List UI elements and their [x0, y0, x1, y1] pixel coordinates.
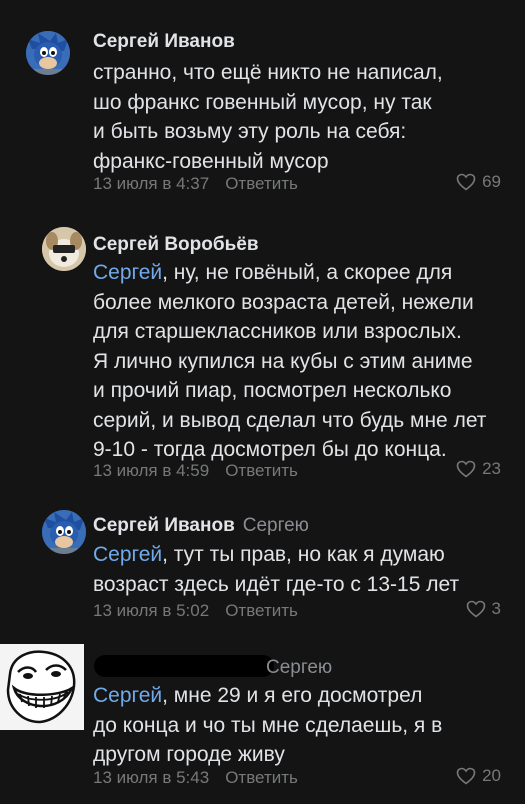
sonic-avatar-icon — [26, 31, 70, 75]
reply-button[interactable]: Ответить — [225, 768, 298, 787]
comment-date[interactable]: 13 июля в 4:59 — [93, 461, 209, 480]
reply-button[interactable]: Ответить — [225, 461, 298, 480]
trollface-icon — [0, 644, 84, 730]
heart-icon — [456, 173, 476, 191]
comment-date[interactable]: 13 июля в 4:37 — [93, 174, 209, 193]
comment-line: Сергей, тут ты прав, но как я думаю — [93, 540, 513, 570]
author-name-text[interactable]: Сергей Иванов — [93, 515, 235, 536]
comment-date[interactable]: 13 июля в 5:43 — [93, 768, 209, 787]
like-button[interactable]: 3 — [466, 599, 501, 619]
author-name-text[interactable]: Сергей Воробьёв — [93, 234, 259, 255]
mention-link[interactable]: Сергей — [93, 261, 162, 284]
comment-line: серий, и вывод сделал что будь мне лет — [93, 408, 487, 432]
mention-link[interactable]: Сергей — [93, 684, 162, 707]
comment-text: Сергей, тут ты прав, но как я думаю возр… — [93, 540, 513, 599]
author-name[interactable]: Сергей Иванов — [93, 31, 235, 53]
comment-line: до конца и чо ты мне сделаешь, я в — [93, 713, 443, 737]
comment-line: Сергей, ну, не говёный, а скорее для — [93, 258, 513, 288]
comment-line-text: , ну, не говёный, а скорее для — [162, 261, 453, 284]
comment-line: и быть возьму эту роль на себя: — [93, 120, 407, 143]
heart-icon — [456, 767, 476, 785]
comment-meta: 13 июля в 5:02 Ответить — [93, 601, 298, 621]
redacted-author-name — [94, 655, 274, 677]
author-name[interactable]: Сергей Иванов Сергею — [93, 515, 309, 537]
reply-button[interactable]: Ответить — [225, 174, 298, 193]
comment-meta: 13 июля в 5:43 Ответить — [93, 768, 298, 788]
avatar[interactable] — [42, 227, 86, 271]
reply-to-link[interactable]: Сергею — [243, 515, 309, 536]
avatar[interactable] — [26, 31, 70, 75]
comment-line: Сергей, мне 29 и я его досмотрел — [93, 681, 513, 711]
mention-link[interactable]: Сергей — [93, 543, 162, 566]
comment-line: странно, что ещё никто не написал, — [93, 61, 443, 84]
like-count: 3 — [491, 599, 501, 618]
dog-avatar-icon — [42, 227, 86, 271]
like-count: 69 — [482, 172, 501, 191]
author-name[interactable]: Сергею — [266, 657, 332, 679]
author-name[interactable]: Сергей Воробьёв — [93, 234, 259, 256]
sonic-avatar-icon — [42, 510, 86, 554]
reply-button[interactable]: Ответить — [225, 601, 298, 620]
like-button[interactable]: 23 — [456, 459, 501, 479]
like-count: 23 — [482, 459, 501, 478]
like-count: 20 — [482, 766, 501, 785]
comment-line: более мелкого возраста детей, нежели — [93, 290, 474, 314]
comment-line: Я лично купился на кубы с этим аниме — [93, 349, 473, 373]
author-name-text[interactable]: Сергей Иванов — [93, 31, 235, 52]
comment-line: и прочий пиар, посмотрел несколько — [93, 379, 452, 402]
comment-line: для старшеклассников или взрослых. — [93, 320, 462, 343]
like-button[interactable]: 20 — [456, 766, 501, 786]
comment-line-text: , тут ты прав, но как я думаю — [162, 543, 445, 566]
comment-line: другом городе живу — [93, 743, 285, 766]
comment-date[interactable]: 13 июля в 5:02 — [93, 601, 209, 620]
heart-icon — [456, 460, 476, 478]
comment-text: Сергей, ну, не говёный, а скорее для бол… — [93, 258, 513, 465]
comment-text: Сергей, мне 29 и я его досмотрел до конц… — [93, 681, 513, 770]
comment-line: возраст здесь идёт где-то с 13-15 лет — [93, 572, 460, 596]
heart-icon — [466, 600, 485, 618]
comment-line-text: , мне 29 и я его досмотрел — [162, 684, 423, 707]
reply-to-link[interactable]: Сергею — [266, 657, 332, 678]
comment-meta: 13 июля в 4:37 Ответить — [93, 174, 298, 194]
comment-line: шо франкс говенный мусор, ну так — [93, 90, 432, 114]
comment-line: франкс-говенный мусор — [93, 149, 329, 173]
like-button[interactable]: 69 — [456, 172, 501, 192]
comment-text: странно, что ещё никто не написал, шо фр… — [93, 58, 513, 176]
avatar[interactable] — [0, 644, 84, 730]
avatar[interactable] — [42, 510, 86, 554]
comment-meta: 13 июля в 4:59 Ответить — [93, 461, 298, 481]
